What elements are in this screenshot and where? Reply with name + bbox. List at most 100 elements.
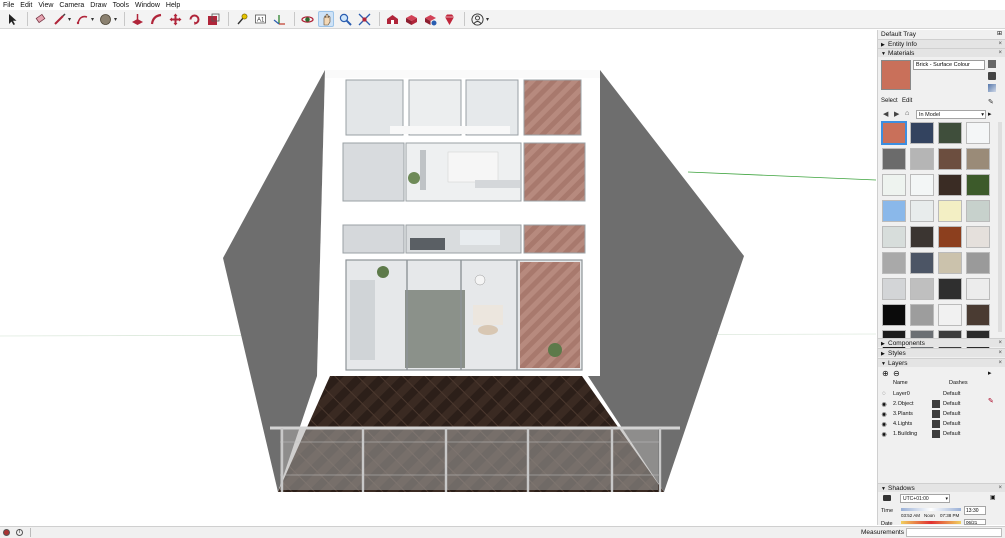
- material-swatch[interactable]: [938, 148, 962, 170]
- measurements-field[interactable]: [906, 528, 1002, 537]
- account-icon[interactable]: [469, 11, 485, 27]
- material-swatch[interactable]: [966, 304, 990, 326]
- shadow-toggle-icon[interactable]: [883, 495, 891, 501]
- panel-styles[interactable]: ▶ Styles ×: [878, 348, 1005, 357]
- eye-icon[interactable]: ◉: [878, 421, 890, 428]
- ruby-icon[interactable]: [441, 11, 457, 27]
- add-layer-icon[interactable]: ⊕: [882, 369, 889, 378]
- home-icon[interactable]: ⌂: [905, 110, 909, 117]
- tab-edit[interactable]: Edit: [902, 98, 912, 104]
- material-swatch[interactable]: [882, 226, 906, 248]
- shadow-settings-icon[interactable]: ▣: [990, 494, 996, 501]
- material-swatch[interactable]: [882, 278, 906, 300]
- model-scene[interactable]: [0, 30, 876, 525]
- follow-me-icon[interactable]: [148, 11, 164, 27]
- close-icon[interactable]: ×: [998, 359, 1002, 368]
- material-swatch[interactable]: [910, 148, 934, 170]
- material-swatch[interactable]: [938, 304, 962, 326]
- panel-materials[interactable]: ▼ Materials ×: [878, 48, 1005, 57]
- paint-bucket-icon[interactable]: [988, 72, 996, 80]
- model-viewport[interactable]: [0, 30, 876, 525]
- close-icon[interactable]: ×: [998, 484, 1002, 493]
- layer-row[interactable]: ◉ 4.Lights Default: [878, 419, 1005, 429]
- geo-location-icon[interactable]: [3, 529, 10, 536]
- material-swatch[interactable]: [966, 148, 990, 170]
- material-swatch[interactable]: [938, 278, 962, 300]
- material-swatch[interactable]: [938, 122, 962, 144]
- menu-draw[interactable]: Draw: [90, 2, 106, 9]
- time-input[interactable]: [964, 506, 986, 515]
- layer-dashes[interactable]: Default: [943, 391, 973, 397]
- menu-help[interactable]: Help: [166, 2, 180, 9]
- extension-manager-icon[interactable]: [422, 11, 438, 27]
- scale-icon[interactable]: [205, 11, 221, 27]
- material-swatch[interactable]: [938, 200, 962, 222]
- material-swatch[interactable]: [882, 252, 906, 274]
- material-swatch[interactable]: [966, 122, 990, 144]
- eye-icon[interactable]: ◉: [878, 431, 890, 438]
- panel-entity-info[interactable]: ▶ Entity Info ×: [878, 39, 1005, 48]
- eye-icon[interactable]: ◉: [878, 401, 890, 408]
- layer-row[interactable]: ◉ 2.Object Default: [878, 399, 1005, 409]
- date-slider[interactable]: [901, 521, 961, 524]
- layer-row[interactable]: ◉ 3.Plants Default: [878, 409, 1005, 419]
- layer-color-swatch[interactable]: [932, 430, 940, 438]
- layer-color-swatch[interactable]: [932, 400, 940, 408]
- eye-icon[interactable]: ◌: [878, 391, 890, 397]
- back-icon[interactable]: ◀: [883, 110, 888, 118]
- move-icon[interactable]: [167, 11, 183, 27]
- pin-icon[interactable]: ⊞: [997, 30, 1002, 39]
- material-swatch[interactable]: [910, 200, 934, 222]
- material-swatch[interactable]: [938, 252, 962, 274]
- menu-tools[interactable]: Tools: [113, 2, 129, 9]
- close-icon[interactable]: ×: [998, 349, 1002, 358]
- warehouse-icon[interactable]: [384, 11, 400, 27]
- zoom-icon[interactable]: [337, 11, 353, 27]
- menu-file[interactable]: File: [3, 2, 14, 9]
- chevron-down-icon[interactable]: ▾: [91, 16, 94, 23]
- line-icon[interactable]: [51, 11, 67, 27]
- layer-dashes[interactable]: Default: [943, 411, 973, 417]
- shape-icon[interactable]: [97, 11, 113, 27]
- material-swatch[interactable]: [938, 226, 962, 248]
- menu-camera[interactable]: Camera: [59, 2, 84, 9]
- time-slider[interactable]: [901, 508, 961, 511]
- layer-dashes[interactable]: Default: [943, 431, 973, 437]
- panel-layers[interactable]: ▼ Layers ×: [878, 358, 1005, 367]
- material-swatch[interactable]: [966, 200, 990, 222]
- material-swatch[interactable]: [910, 304, 934, 326]
- material-swatch[interactable]: [938, 174, 962, 196]
- forward-icon[interactable]: ▶: [894, 110, 899, 118]
- panel-components[interactable]: ▶ Components ×: [878, 338, 1005, 347]
- material-swatch[interactable]: [966, 174, 990, 196]
- material-swatch[interactable]: [966, 278, 990, 300]
- chevron-down-icon[interactable]: ▾: [114, 16, 117, 23]
- text-icon[interactable]: A1: [252, 11, 268, 27]
- delete-layer-icon[interactable]: ⊖: [893, 369, 900, 378]
- timezone-select[interactable]: UTC+01:00 ▾: [900, 494, 950, 503]
- material-swatch[interactable]: [966, 226, 990, 248]
- layer-dashes[interactable]: Default: [943, 401, 973, 407]
- axes-icon[interactable]: [271, 11, 287, 27]
- material-swatch[interactable]: [966, 252, 990, 274]
- layer-color-swatch[interactable]: [932, 420, 940, 428]
- scrollbar[interactable]: [998, 122, 1002, 332]
- material-swatch[interactable]: [881, 121, 907, 145]
- layer-details-icon[interactable]: ▸: [988, 369, 992, 377]
- orbit-icon[interactable]: [299, 11, 315, 27]
- menu-window[interactable]: Window: [135, 2, 160, 9]
- layer-color-swatch[interactable]: [932, 410, 940, 418]
- close-icon[interactable]: ×: [998, 339, 1002, 348]
- layer-row[interactable]: ◌ Layer0 Default: [878, 389, 1005, 399]
- material-swatch[interactable]: [882, 174, 906, 196]
- material-swatch[interactable]: [910, 122, 934, 144]
- pencil-icon[interactable]: ✎: [988, 397, 994, 405]
- chevron-down-icon[interactable]: ▾: [68, 16, 71, 23]
- tape-measure-icon[interactable]: [233, 11, 249, 27]
- layer-dashes[interactable]: Default: [943, 421, 973, 427]
- chevron-down-icon[interactable]: ▾: [486, 16, 489, 23]
- arc-icon[interactable]: [74, 11, 90, 27]
- material-swatch[interactable]: [910, 174, 934, 196]
- zoom-extents-icon[interactable]: [356, 11, 372, 27]
- menu-edit[interactable]: Edit: [20, 2, 32, 9]
